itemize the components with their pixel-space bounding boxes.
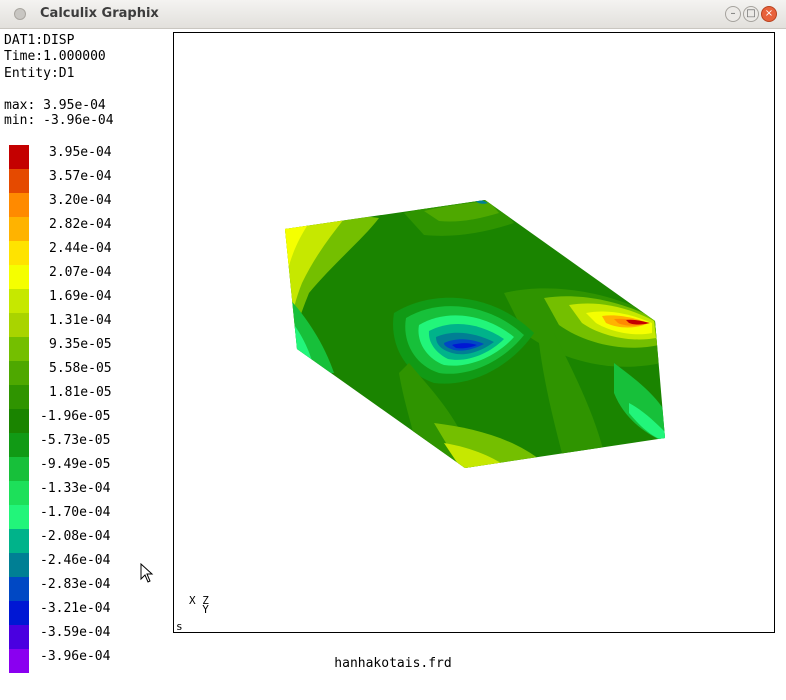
legend-label: 3.20e-04 — [49, 193, 112, 208]
mouse-cursor-icon — [140, 563, 154, 583]
filename-label: hanhakotais.frd — [334, 656, 452, 671]
legend-label: 1.69e-04 — [49, 289, 112, 304]
legend-label: -2.83e-04 — [40, 577, 111, 592]
legend-swatch — [9, 193, 29, 217]
legend-swatch — [9, 337, 29, 361]
legend-label: 1.31e-04 — [49, 313, 112, 328]
min-value-label: min: -3.96e-04 — [4, 113, 114, 128]
legend-swatch — [9, 145, 29, 169]
legend-swatch — [9, 289, 29, 313]
legend-swatch — [9, 265, 29, 289]
legend-swatch — [9, 313, 29, 337]
legend-label: -2.08e-04 — [40, 529, 111, 544]
window-menu-icon[interactable] — [14, 8, 26, 20]
dataset-label: DAT1:DISP — [4, 33, 75, 48]
legend-swatch — [9, 601, 29, 625]
fem-model-plot — [285, 200, 665, 468]
displacement-contour — [285, 200, 665, 468]
legend-swatch — [9, 529, 29, 553]
legend-label: -1.96e-05 — [40, 409, 111, 424]
legend-swatch — [9, 409, 29, 433]
render-viewport[interactable]: X Z Y s — [173, 32, 775, 633]
legend-label: -5.73e-05 — [40, 433, 111, 448]
window-title: Calculix Graphix — [40, 6, 159, 21]
legend-swatch — [9, 577, 29, 601]
legend-label: -1.33e-04 — [40, 481, 111, 496]
close-button[interactable]: × — [761, 6, 777, 22]
legend-swatch — [9, 457, 29, 481]
legend-label: 3.95e-04 — [49, 145, 112, 160]
legend-label: 2.44e-04 — [49, 241, 112, 256]
minimize-button[interactable]: – — [725, 6, 741, 22]
legend-swatch — [9, 625, 29, 649]
legend-label: -1.70e-04 — [40, 505, 111, 520]
legend-label: 3.57e-04 — [49, 169, 112, 184]
legend-label: -2.46e-04 — [40, 553, 111, 568]
time-label: Time:1.000000 — [4, 49, 106, 64]
legend-swatch — [9, 385, 29, 409]
corner-mark: s — [176, 620, 183, 633]
legend-swatch — [9, 433, 29, 457]
entity-label: Entity:D1 — [4, 66, 75, 81]
legend-swatch — [9, 481, 29, 505]
axis-triad: X Z Y — [189, 594, 209, 616]
legend-label: -3.59e-04 — [40, 625, 111, 640]
legend-swatch — [9, 553, 29, 577]
legend-swatch — [9, 169, 29, 193]
legend-label: 2.82e-04 — [49, 217, 112, 232]
legend-swatch — [9, 505, 29, 529]
legend-label: 2.07e-04 — [49, 265, 112, 280]
maximize-button[interactable]: □ — [743, 6, 759, 22]
legend-label: -3.21e-04 — [40, 601, 111, 616]
legend-label: -9.49e-05 — [40, 457, 111, 472]
legend-label: 5.58e-05 — [49, 361, 112, 376]
legend-swatch — [9, 241, 29, 265]
legend-swatch — [9, 361, 29, 385]
legend-swatch — [9, 217, 29, 241]
legend-label: 1.81e-05 — [49, 385, 112, 400]
legend-label: 9.35e-05 — [49, 337, 112, 352]
window-titlebar[interactable]: Calculix Graphix – □ × — [0, 0, 786, 29]
